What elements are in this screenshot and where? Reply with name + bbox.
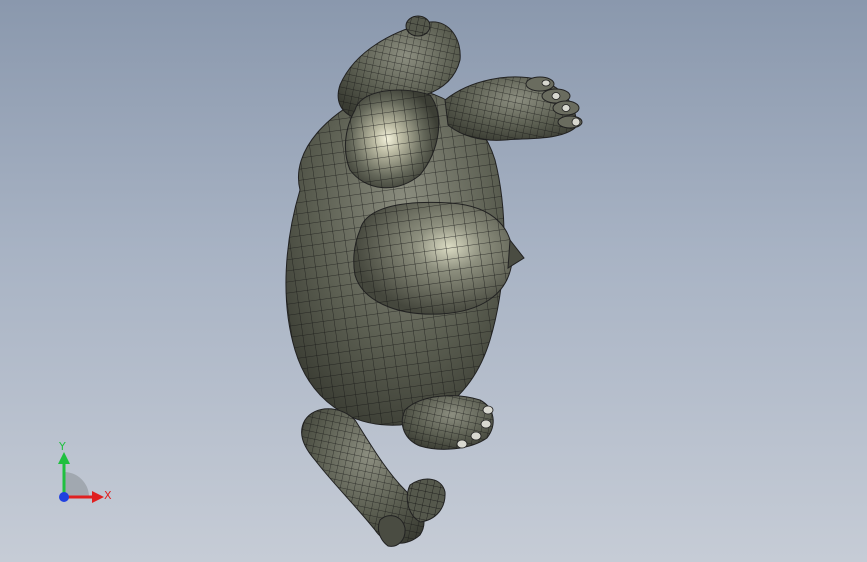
lower-right-foot[interactable] xyxy=(401,395,494,450)
graphics-viewport[interactable]: Y X xyxy=(0,0,867,562)
triad-xy-plane xyxy=(64,472,89,497)
x-axis-label: X xyxy=(104,489,112,502)
y-axis-label: Y xyxy=(58,440,66,453)
orientation-triad[interactable]: Y X xyxy=(48,440,118,510)
z-axis-dot xyxy=(59,492,69,502)
upper-right-arm[interactable] xyxy=(444,76,583,141)
model-3d-view[interactable] xyxy=(0,0,867,562)
